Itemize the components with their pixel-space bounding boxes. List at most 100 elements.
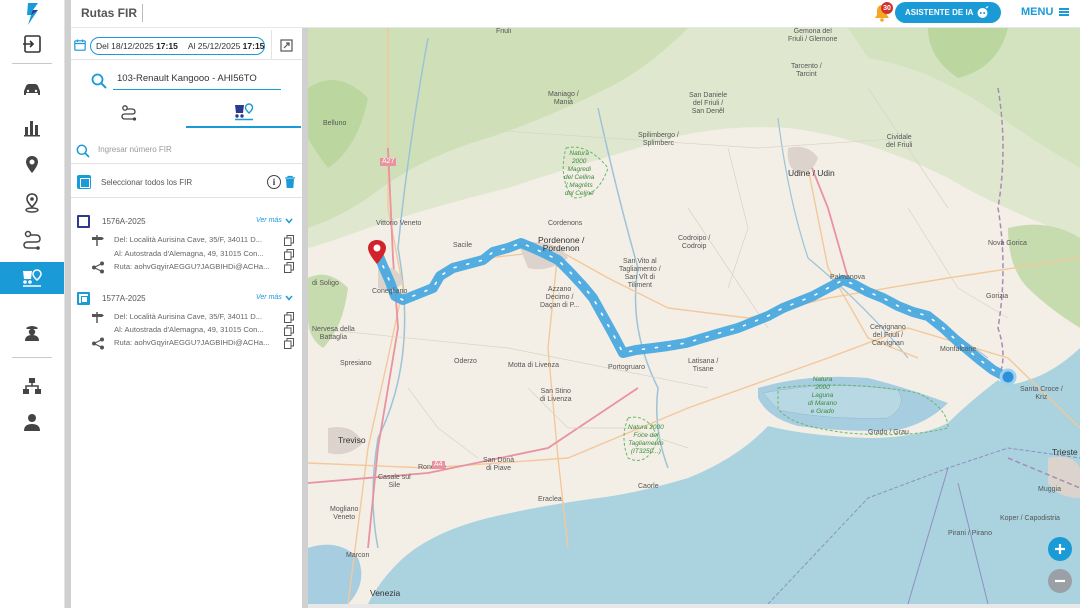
map-label: Caorle: [638, 483, 659, 490]
fir-route-icon: [23, 269, 42, 287]
map-label: Monfalcone: [940, 346, 977, 353]
map-view[interactable]: Friuli Belluno Maniago / Manià San Daniel…: [308, 28, 1080, 604]
map-label: Latisana / Tisane: [688, 358, 719, 373]
fir-item-id: 1577A-2025: [102, 294, 146, 303]
expand-panel-button[interactable]: [271, 30, 301, 60]
map-label: Natura 2000 Laguna di Marano e Grado: [808, 376, 837, 415]
map-label: A4: [432, 461, 445, 469]
page-title: Rutas FIR: [81, 6, 138, 20]
map-label: Santa Croce / Kriz: [1020, 386, 1063, 401]
vehicle-search-input[interactable]: 103-Renault Kangooo - AHI56TO: [113, 70, 281, 90]
fir-list-item[interactable]: 1577A-2025 Ver más Del: Località Aurisin…: [71, 283, 302, 361]
copy-icon[interactable]: [284, 312, 294, 323]
fir-destination-row: Al: Autostrada d'Alemagna, 49, 31015 Con…: [89, 248, 299, 261]
select-all-checkbox[interactable]: [77, 175, 91, 189]
sidebar-item-vehicles[interactable]: [0, 73, 64, 105]
map-label: Treviso: [338, 435, 366, 445]
zoom-out-button[interactable]: [1048, 569, 1072, 593]
zoom-in-button[interactable]: [1048, 537, 1072, 561]
hierarchy-icon: [23, 378, 41, 394]
fir-list-item[interactable]: 1576A-2025 Ver más Del: Località Aurisin…: [71, 206, 302, 284]
map-label: Conegliano: [372, 288, 408, 295]
share-nodes-icon: [92, 337, 104, 350]
copy-icon[interactable]: [284, 325, 294, 336]
fir-item-id: 1576A-2025: [102, 217, 146, 226]
map-label: Trieste: [1052, 447, 1078, 457]
fir-panel: Del 18/12/2025 17:15 Al 25/12/2025 17:15…: [71, 28, 302, 608]
share-nodes-icon: [92, 261, 104, 274]
tab-fir[interactable]: [186, 98, 301, 128]
map-label: Eraclea: [538, 496, 562, 503]
map-label: Casale sul Sile: [378, 474, 411, 489]
fir-search: Ingresar número FIR: [71, 136, 302, 164]
calendar-icon[interactable]: [74, 39, 86, 51]
expand-icon: [280, 38, 293, 52]
map-label: Cividale del Friuli: [886, 134, 913, 149]
see-more-link[interactable]: Ver más: [256, 217, 293, 224]
sidebar-item-drivers[interactable]: [0, 316, 64, 348]
logout-icon: [23, 35, 41, 53]
map-label: Spilimbergo / Splimberc: [638, 132, 679, 147]
pin-stand-icon: [25, 193, 39, 213]
map-label: Motta di Livenza: [508, 362, 559, 369]
date-from[interactable]: Del 18/12/2025 17:15: [91, 41, 183, 51]
map-label: Natura 2000 Magredi del Cellina / Magrêts dal…: [564, 150, 595, 197]
fir-route-row: Ruta: aohvGqyirAEGGU?JAGBIHDi@ACHa...: [89, 337, 299, 350]
map-label: Tarcento / Tarcint: [791, 63, 822, 78]
sidebar-item-fir-routes[interactable]: [0, 262, 64, 294]
map-label: Cordenons: [548, 220, 583, 227]
trash-icon[interactable]: [284, 175, 296, 189]
map-label: Friuli: [496, 28, 512, 35]
map-label: Codroipo / Codroip: [678, 235, 711, 250]
sidebar-item-routes[interactable]: [0, 224, 64, 256]
fir-route-icon: [234, 103, 253, 121]
sidebar-item-locations[interactable]: [0, 149, 64, 181]
menu-button[interactable]: MENU: [1021, 6, 1070, 18]
fir-origin-row: Del: Località Aurisina Cave, 35/F, 34011…: [89, 234, 299, 247]
copy-icon[interactable]: [284, 235, 294, 246]
sidebar-item-points[interactable]: [0, 187, 64, 219]
copy-icon[interactable]: [284, 338, 294, 349]
hamburger-icon: [1059, 8, 1070, 16]
map-label: Muggia: [1038, 486, 1061, 493]
map-label: Venezia: [370, 588, 401, 598]
map-label: Marcon: [346, 552, 370, 559]
map-label: Portogruaro: [608, 364, 645, 371]
map-label: Spresiano: [340, 360, 372, 367]
fir-item-checkbox[interactable]: [77, 292, 90, 305]
brand-logo-icon[interactable]: [22, 2, 44, 26]
fir-item-checkbox[interactable]: [77, 215, 90, 228]
signpost-icon: [92, 235, 104, 246]
sidebar-item-user[interactable]: [0, 406, 64, 438]
ai-assistant-label: ASISTENTE DE IA: [905, 8, 974, 17]
map-label: A27: [380, 158, 397, 166]
bar-chart-icon: [24, 121, 40, 137]
sidebar-item-logout[interactable]: [0, 28, 64, 60]
select-all-label: Seleccionar todos los FIR: [101, 178, 193, 187]
panel-tabs: [71, 98, 302, 128]
map-label: Natura 2000 Foce del Tagliamento (IT3250...…: [628, 424, 664, 455]
user-icon: [24, 414, 40, 431]
ai-assistant-button[interactable]: ASISTENTE DE IA: [895, 2, 1001, 23]
map-label: Maniago / Manià: [548, 91, 579, 106]
fir-destination-row: Al: Autostrada d'Alemagna, 49, 31015 Con…: [89, 324, 299, 337]
fir-route-row: Ruta: aohvGqyirAEGGU?JAGBIHDi@ACHa...: [89, 261, 299, 274]
ai-bot-icon: [977, 6, 989, 18]
sidebar-item-hierarchy[interactable]: [0, 370, 64, 402]
search-icon: [91, 73, 107, 89]
date-range-picker[interactable]: Del 18/12/2025 17:15 Al 25/12/2025 17:15: [90, 37, 265, 55]
map-label: Oderzo: [454, 358, 477, 365]
copy-icon[interactable]: [284, 249, 294, 260]
copy-icon[interactable]: [284, 262, 294, 273]
map-label: Azzano Decimo / Daçan di P...: [540, 286, 580, 309]
select-all-row: Seleccionar todos los FIR i: [71, 168, 302, 198]
map-label: Udine / Udin: [788, 168, 835, 178]
info-icon[interactable]: i: [267, 175, 281, 189]
tab-routes[interactable]: [71, 98, 186, 128]
see-more-link[interactable]: Ver más: [256, 294, 293, 301]
chevron-down-icon: [285, 295, 293, 301]
date-to[interactable]: Al 25/12/2025 17:15: [183, 41, 270, 51]
sidebar-item-reports[interactable]: [0, 112, 64, 144]
chevron-down-icon: [285, 218, 293, 224]
fir-search-input[interactable]: Ingresar número FIR: [98, 145, 172, 154]
